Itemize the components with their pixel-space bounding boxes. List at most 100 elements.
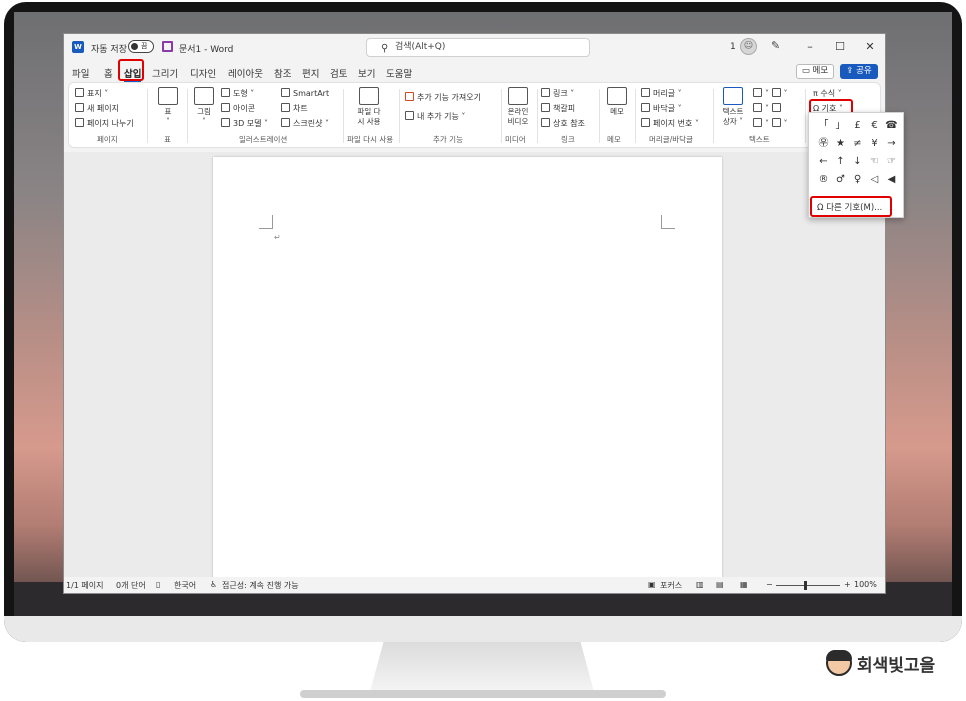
document-title: 문서1 - Word [179,45,234,55]
cross-reference-button[interactable]: 상호 참조 [541,118,585,129]
zoom-in-button[interactable]: + [844,580,851,589]
tab-view[interactable]: 보기 [358,66,375,80]
cover-page-button[interactable]: 표지 ˅ [75,88,108,99]
page-break-button[interactable]: 페이지 나누기 [75,118,134,129]
symbol-cell[interactable]: → [883,135,900,153]
bookmark-button[interactable]: 책갈피 [541,103,575,114]
text-box-button[interactable]: 텍스트 상자 ˅ [717,87,749,127]
icons-button[interactable]: 아이콘 [221,103,255,114]
get-addins-button[interactable]: 추가 기능 가져오기 [405,92,481,103]
page-number-button[interactable]: 페이지 번호 ˅ [641,118,699,129]
shapes-button[interactable]: 도형 ˅ [221,88,254,99]
wordart-button[interactable]: ˅ [753,103,784,113]
online-video-button[interactable]: 온라인 비디오 [503,87,533,127]
tab-file[interactable]: 파일 [72,66,89,80]
symbol-cell[interactable]: ㉾ [815,135,832,153]
group-separator [147,89,148,143]
accessibility-icon: ♿ [210,580,218,589]
smartart-button[interactable]: SmartArt [281,88,329,98]
brand-avatar-icon [826,650,852,676]
search-input[interactable]: ⚲ 검색(Alt+Q) [366,38,590,57]
tab-layout[interactable]: 레이아웃 [228,66,263,80]
addins-icon [405,111,414,120]
group-separator [537,89,538,143]
minimize-button[interactable]: – [798,38,822,56]
symbol-cell[interactable]: 「 [815,117,832,135]
symbol-cell[interactable]: ☎ [883,117,900,135]
my-addins-button[interactable]: 내 추가 기능 ˅ [405,111,465,122]
close-button[interactable]: ✕ [858,38,882,56]
link-button[interactable]: 링크 ˅ [541,88,574,99]
zoom-out-button[interactable]: − [766,580,773,589]
symbol-cell[interactable]: ◀ [883,171,900,189]
icons-icon [221,103,230,112]
maximize-button[interactable]: ☐ [828,38,852,56]
group-label-media: 미디어 [505,135,526,144]
tab-home[interactable]: 홈 [104,66,113,80]
page-count[interactable]: 1/1 페이지 [66,580,104,591]
reuse-files-button[interactable]: 파일 다시 사용 [347,87,391,127]
tab-review[interactable]: 검토 [330,66,347,80]
cross-reference-label: 상호 참조 [553,119,585,128]
chart-button[interactable]: 차트 [281,103,308,114]
proofing-icon[interactable]: ▯ [156,580,160,589]
pen-icon[interactable]: ✎ [771,39,780,52]
autosave-toggle[interactable]: 끔 [128,40,154,53]
3d-models-button[interactable]: 3D 모델 ˅ [221,118,268,129]
accessibility-status[interactable]: 접근성: 계속 진행 가능 [222,580,299,591]
symbol-cell[interactable]: ☞ [883,153,900,171]
symbol-cell[interactable]: ↓ [849,153,866,171]
word-count[interactable]: 0개 단어 [116,580,146,591]
table-button[interactable]: 표 ˅ [155,87,181,127]
blank-page-button[interactable]: 새 페이지 [75,103,119,114]
quick-parts-icon [753,88,762,97]
zoom-level[interactable]: 100% [854,580,877,589]
symbol-cell[interactable]: ♂ [832,171,849,189]
tab-references[interactable]: 참조 [274,66,291,80]
symbol-cell[interactable]: ← [815,153,832,171]
footer-button[interactable]: 바닥글 ˅ [641,103,682,114]
screenshot-button[interactable]: 스크린샷 ˅ [281,118,329,129]
symbol-cell[interactable]: ☜ [866,153,883,171]
shapes-icon [221,88,230,97]
symbol-cell[interactable]: 」 [832,117,849,135]
pictures-button[interactable]: 그림 ˅ [191,87,217,127]
share-button[interactable]: ⇪ 공유 [840,64,878,79]
monitor-stand-base [300,690,666,698]
header-label: 머리글 [653,89,676,98]
symbol-cell[interactable]: £ [849,117,866,135]
new-comment-button[interactable]: 메모 [603,87,631,117]
web-layout-icon[interactable]: ▦ [740,580,748,589]
zoom-slider[interactable] [776,585,840,586]
tab-draw[interactable]: 그리기 [152,66,178,80]
header-button[interactable]: 머리글 ˅ [641,88,682,99]
symbol-cell[interactable]: ♀ [849,171,866,189]
focus-icon: ▣ [648,580,656,589]
symbol-cell[interactable]: ◁ [866,171,883,189]
tab-mailings[interactable]: 편지 [302,66,319,80]
focus-mode[interactable]: 포커스 [660,580,682,591]
tab-help[interactable]: 도움말 [386,66,412,80]
equation-button[interactable]: π 수식 ˅ [813,88,842,99]
document-page[interactable]: ↵ [213,157,722,587]
save-icon[interactable] [162,41,173,52]
quick-parts-button[interactable]: ˅ ˅ [753,88,788,98]
language[interactable]: 한국어 [174,580,196,591]
comments-button[interactable]: ▭ 메모 [796,64,834,79]
tab-design[interactable]: 디자인 [190,66,216,80]
avatar[interactable]: ☺ [740,38,757,55]
read-mode-icon[interactable]: ▥ [696,580,704,589]
symbol-cell[interactable]: € [866,117,883,135]
drop-cap-button[interactable]: ˅ ˅ [753,118,788,128]
symbol-cell[interactable]: ¥ [866,135,883,153]
symbol-cell[interactable]: ↑ [832,153,849,171]
symbol-cell[interactable]: ≠ [849,135,866,153]
brand-name: 회색빛고을 [857,655,936,676]
share-label: 공유 [856,66,872,76]
text-box-icon [723,87,743,105]
symbol-cell[interactable]: ® [815,171,832,189]
symbol-grid: 「」 £ € ☎ ㉾ ★ ≠ ¥ → ← ↑ ↓ ☜ ☞ ® ♂ ♀ ◁ ◀ [815,117,901,189]
zoom-slider-thumb[interactable] [804,581,807,590]
symbol-cell[interactable]: ★ [832,135,849,153]
print-layout-icon[interactable]: ▤ [716,580,724,589]
